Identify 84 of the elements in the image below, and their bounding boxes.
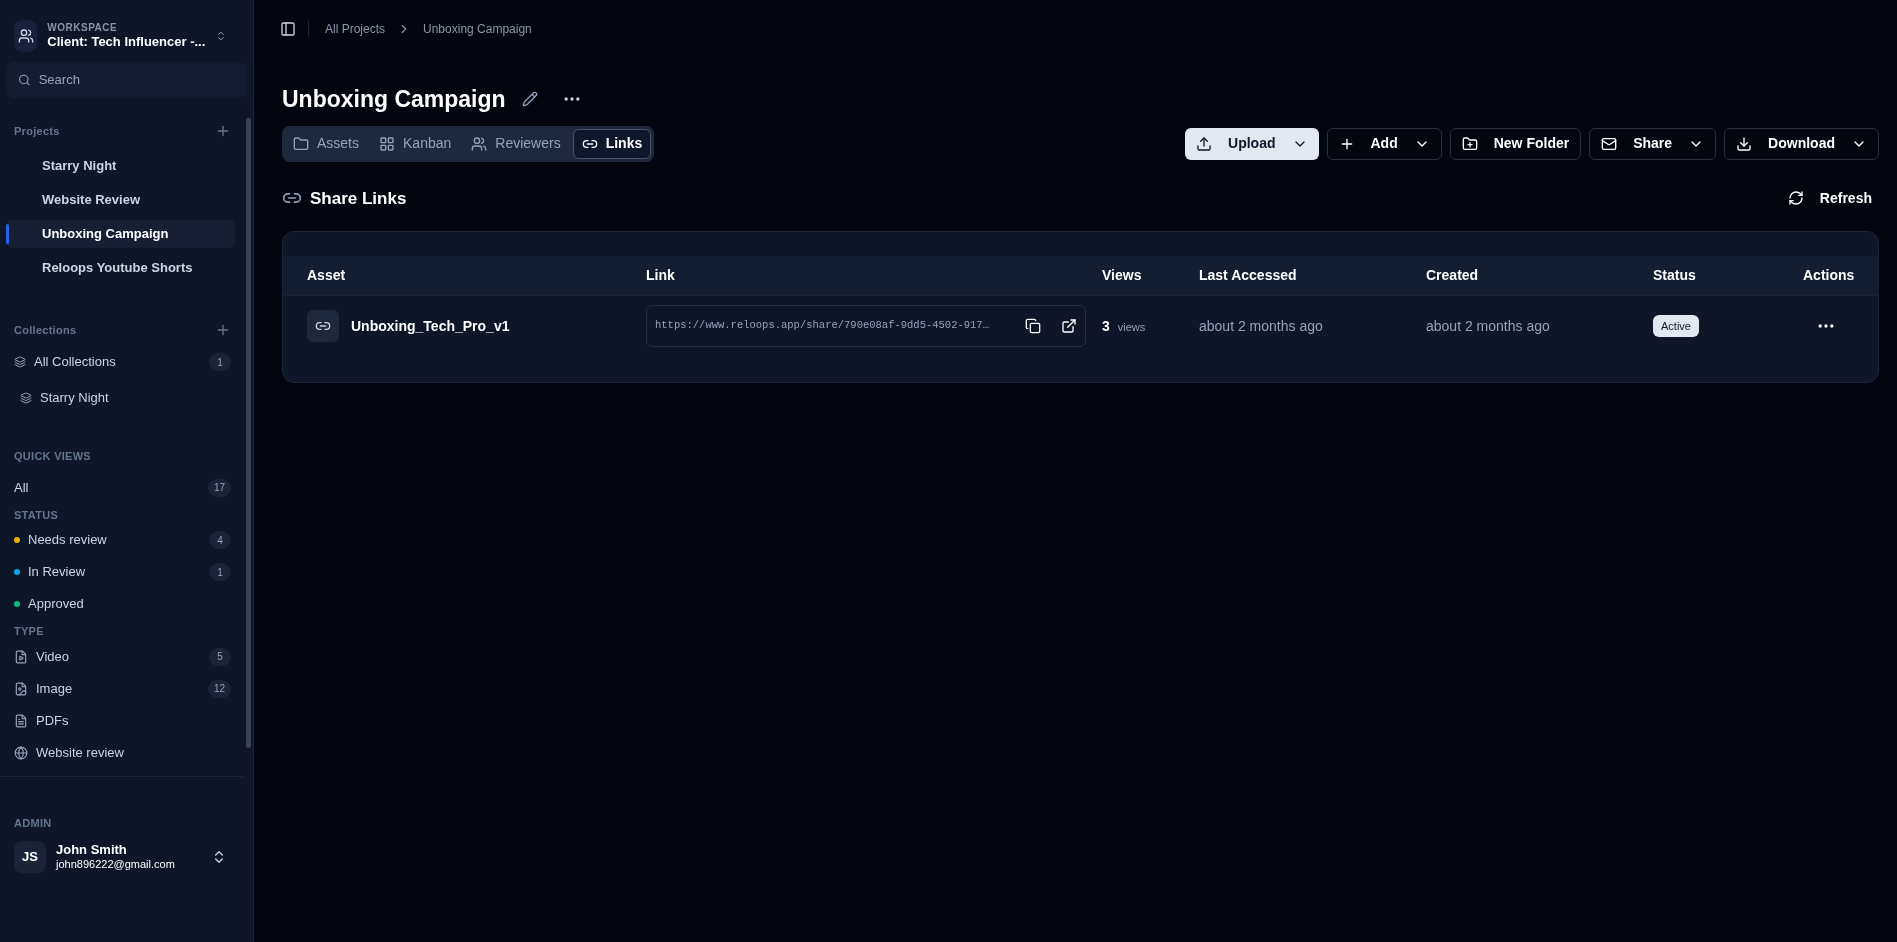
scrollbar[interactable] <box>246 118 251 748</box>
count-badge: 5 <box>209 647 231 666</box>
type-label[interactable]: Video <box>36 646 69 667</box>
type-label[interactable]: Website review <box>36 742 124 763</box>
column-header: Status <box>1653 266 1697 285</box>
action-button[interactable]: New Folder <box>1449 127 1582 160</box>
collection-icon <box>20 392 32 404</box>
action-button[interactable]: Share <box>1589 127 1717 160</box>
status-label[interactable]: Approved <box>28 594 84 614</box>
page-title: Unboxing Campaign <box>282 85 506 114</box>
search-field[interactable]: Search <box>6 62 247 98</box>
download-icon <box>1736 135 1753 152</box>
count-badge: 1 <box>209 563 231 581</box>
project-item[interactable]: Unboxing Campaign <box>6 219 235 248</box>
search-icon <box>18 73 31 87</box>
refresh-icon <box>1787 190 1804 207</box>
type-label[interactable]: PDFs <box>36 710 69 731</box>
tab[interactable]: Links <box>572 128 652 159</box>
type-label[interactable]: Image <box>36 678 73 699</box>
file-icon <box>14 713 28 728</box>
section-heading: QUICK VIEWS <box>14 449 91 464</box>
globe-icon <box>14 745 28 760</box>
collection-item[interactable]: Starry Night <box>0 384 231 412</box>
views-unit: views <box>1117 319 1146 335</box>
column-header: Last Accessed <box>1199 266 1298 285</box>
tab[interactable]: Assets <box>285 128 367 159</box>
copy-icon[interactable] <box>1025 318 1041 334</box>
user-email: john896222@gmail.com <box>56 858 175 872</box>
count-badge: 1 <box>209 353 231 371</box>
refresh-button[interactable]: Refresh <box>1787 187 1879 209</box>
column-header: Created <box>1426 266 1480 285</box>
table-cell-text: about 2 months ago <box>1199 316 1324 336</box>
table-cell-text: about 2 months ago <box>1426 316 1551 336</box>
section-title: Share Links <box>310 187 407 210</box>
action-button[interactable]: Add <box>1326 127 1442 160</box>
grid-icon <box>379 135 395 152</box>
collection-item[interactable]: All Collections 1 <box>0 348 231 376</box>
section-heading: TYPE <box>14 624 44 639</box>
action-button[interactable]: Upload <box>1185 127 1319 160</box>
project-item[interactable]: Website Review <box>6 185 235 214</box>
collection-icon <box>14 356 26 368</box>
count-badge: 4 <box>209 531 231 549</box>
workspace-label: WORKSPACE <box>47 21 119 35</box>
users-icon <box>471 135 488 152</box>
column-header: Link <box>646 266 676 285</box>
project-item[interactable]: Starry Night <box>6 151 235 180</box>
views-count: 3 <box>1102 316 1110 336</box>
column-header: Actions <box>1803 266 1855 285</box>
section-heading: STATUS <box>14 507 59 523</box>
user-name: John Smith <box>56 842 128 859</box>
section-heading: Collections <box>14 322 77 338</box>
folder-icon <box>1461 135 1478 152</box>
asset-name[interactable]: Unboxing_Tech_Pro_v1 <box>351 315 510 337</box>
workspace-name[interactable]: Client: Tech Influencer -... <box>47 34 206 51</box>
view-label[interactable]: All <box>14 477 29 498</box>
section-heading: Projects <box>14 124 60 139</box>
file-icon <box>14 681 28 696</box>
users-icon <box>17 28 34 44</box>
action-button[interactable]: Download <box>1724 127 1879 160</box>
tab[interactable]: Kanban <box>371 128 460 159</box>
column-header: Views <box>1102 266 1143 285</box>
column-header: Asset <box>307 266 347 285</box>
link-url[interactable]: https://www.reloops.app/share/790e08af-9dd5-4502-917… <box>655 318 989 334</box>
status-label[interactable]: Needs review <box>28 530 107 550</box>
external-link-icon[interactable] <box>1061 318 1077 334</box>
folder-icon <box>293 135 309 152</box>
status-label[interactable]: In Review <box>28 562 86 582</box>
collection-label: Starry Night <box>40 389 109 408</box>
count-badge: 12 <box>207 679 231 698</box>
search-input[interactable]: Search <box>38 70 235 90</box>
user-avatar: JS <box>14 841 46 873</box>
sidebar-toggle-icon[interactable] <box>280 21 296 37</box>
upload-icon <box>1196 135 1213 152</box>
project-item[interactable]: Reloops Youtube Shorts <box>6 253 235 282</box>
collection-label: All Collections <box>34 353 116 372</box>
mail-icon <box>1601 135 1618 152</box>
section-heading: ADMIN <box>14 815 52 831</box>
file-icon <box>14 649 28 664</box>
breadcrumb-link[interactable]: All Projects <box>325 20 386 38</box>
tab[interactable]: Reviewers <box>463 128 569 159</box>
edit-icon[interactable] <box>521 91 538 108</box>
breadcrumb-current: Unboxing Campaign <box>423 21 532 38</box>
status-badge: Active <box>1653 314 1699 338</box>
count-badge: 17 <box>207 478 231 497</box>
